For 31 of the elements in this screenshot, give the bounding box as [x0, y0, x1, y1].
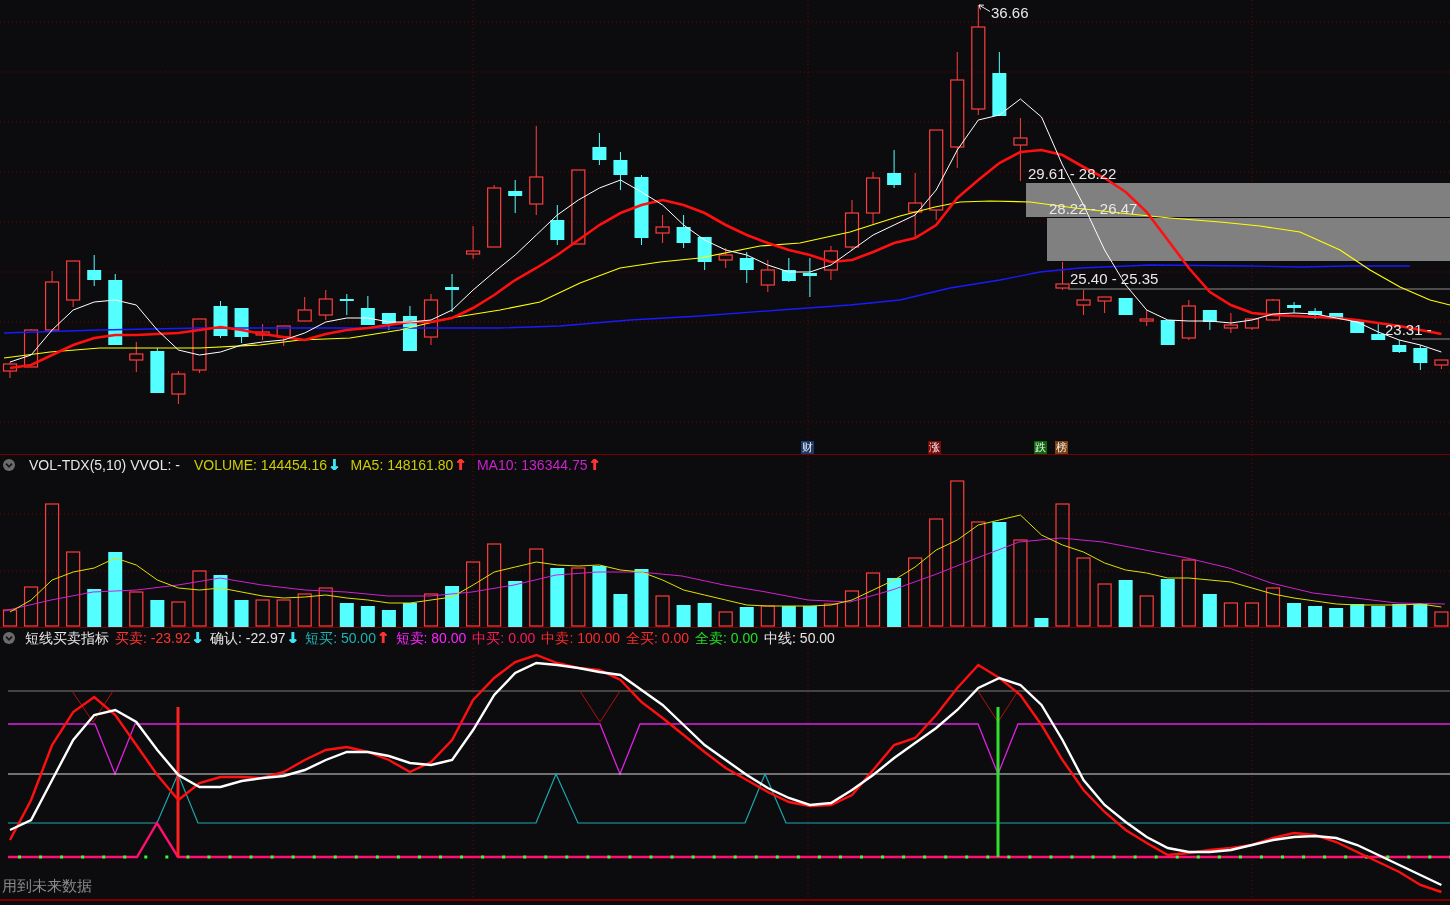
- leader-line: [978, 4, 991, 12]
- collapse-toggle-icon[interactable]: [3, 631, 15, 644]
- indicator-reading: 中买: 0.00: [472, 629, 536, 646]
- price-label: 25.40 - 25.35: [1070, 271, 1159, 287]
- future-data-notice: 用到未来数据: [2, 877, 92, 894]
- trend-arrow: ↑: [454, 456, 467, 473]
- price-label: 36.66: [991, 5, 1029, 21]
- indicator-reading: 买卖: -23.92: [115, 629, 191, 646]
- indicator-title: VOL-TDX(5,10) VVOL: -: [29, 456, 180, 473]
- event-tag[interactable]: 榜: [1055, 441, 1068, 454]
- indicator-reading: 短卖: 80.00: [395, 629, 467, 646]
- indicator-reading: 中线: 50.00: [764, 629, 835, 646]
- collapse-toggle-icon[interactable]: [3, 458, 15, 471]
- indicator-reading: 中卖: 100.00: [541, 629, 620, 646]
- event-tag[interactable]: 涨: [928, 441, 941, 454]
- indicator-reading: MA10: 136344.75: [476, 456, 588, 473]
- trend-arrow: ↑: [376, 629, 390, 646]
- indicator-reading: 全卖: 0.00: [695, 629, 759, 646]
- indicator-reading: VOLUME: 144454.16: [193, 456, 328, 473]
- trend-arrow: ↓: [191, 629, 205, 646]
- indicator-reading: MA5: 148161.80: [350, 456, 454, 473]
- trend-arrow: ↓: [286, 629, 300, 646]
- event-tag[interactable]: 跌: [1034, 441, 1047, 454]
- indicator-reading: 全买: 0.00: [626, 629, 690, 646]
- price-level-line: [1411, 338, 1450, 340]
- indicator-reading: 短买: 50.00: [305, 629, 376, 646]
- trend-arrow: ↑: [588, 456, 602, 473]
- trend-arrow: ↓: [328, 456, 341, 473]
- event-tag[interactable]: 财: [801, 441, 814, 454]
- indicator-title: 短线买卖指标: [25, 629, 109, 646]
- indicator-reading: 确认: -22.97: [210, 629, 286, 646]
